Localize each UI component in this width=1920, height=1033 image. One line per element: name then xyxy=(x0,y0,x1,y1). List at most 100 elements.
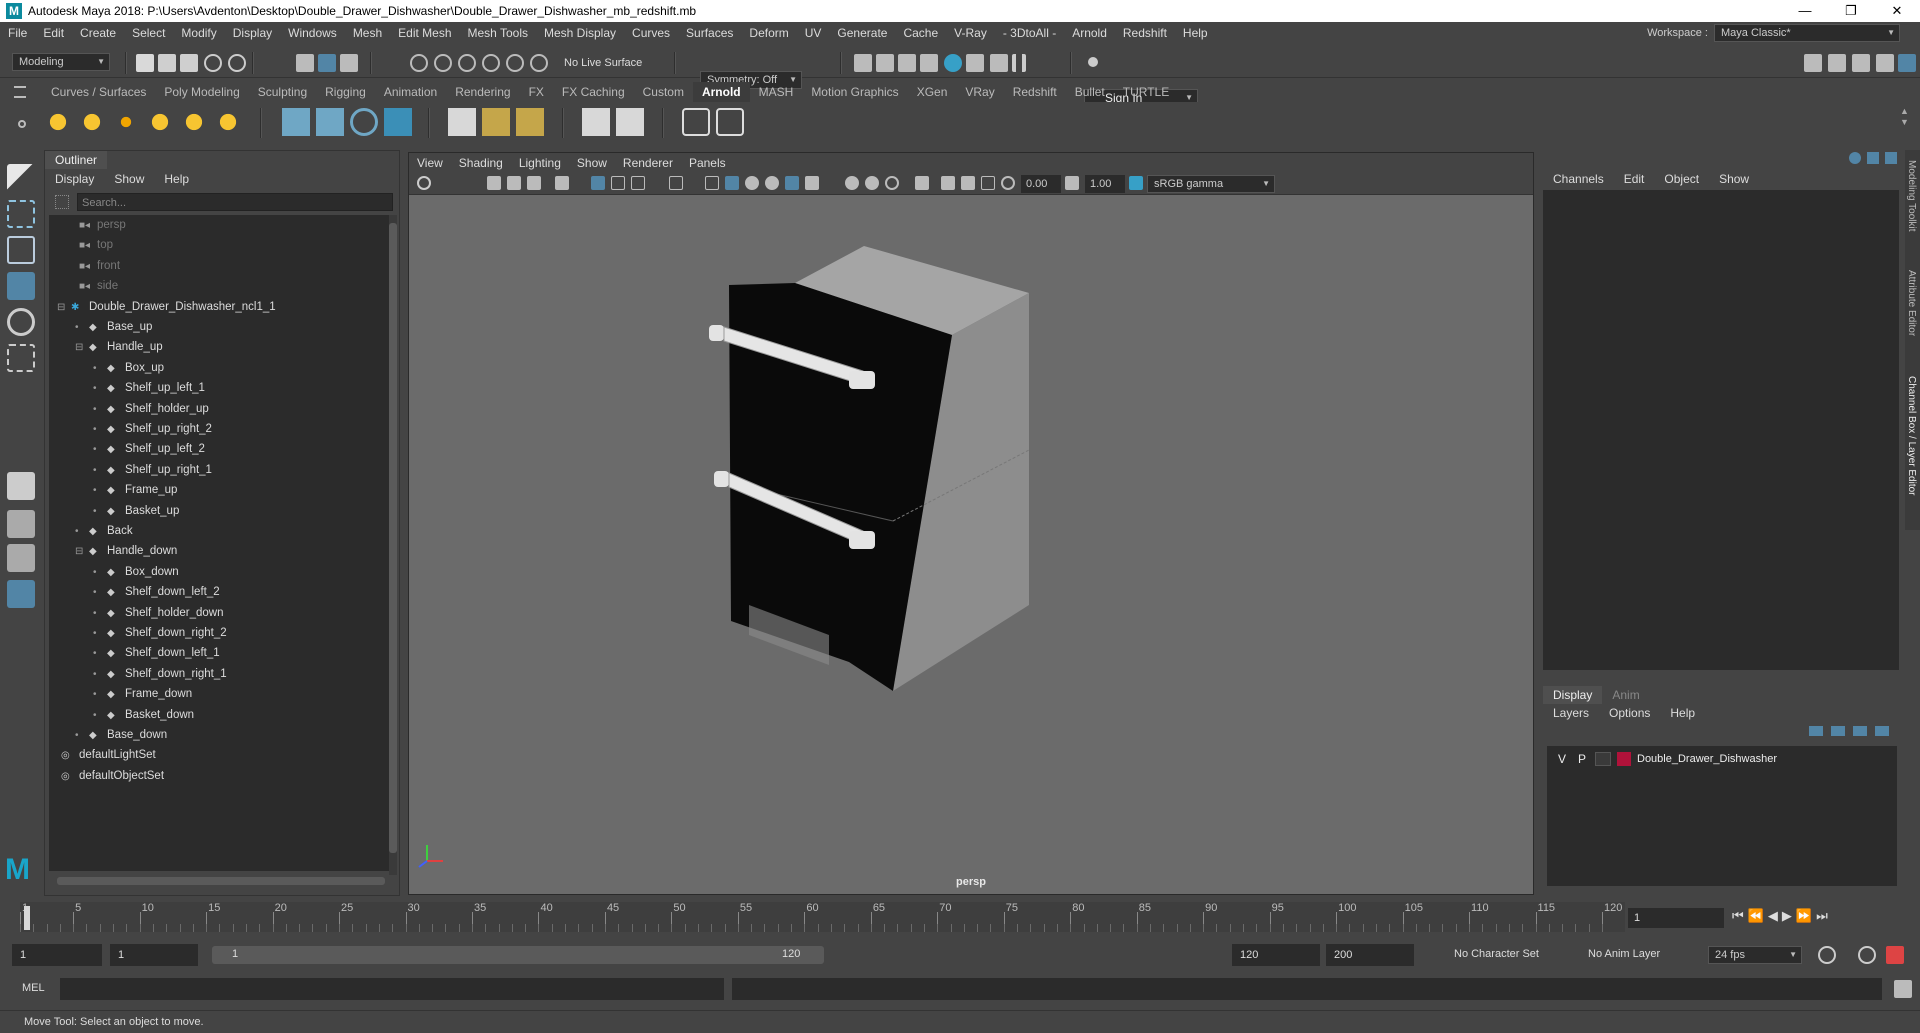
anim-start-field[interactable]: 1 xyxy=(110,944,198,966)
shelf-menu-icon[interactable] xyxy=(14,86,26,98)
outliner-title[interactable]: Outliner xyxy=(45,151,108,169)
persp-outliner-icon[interactable] xyxy=(7,544,35,572)
outliner-item[interactable]: • ◆ Box_up xyxy=(93,358,164,378)
flush-cache-icon[interactable] xyxy=(516,108,544,136)
snap-vertex-icon[interactable] xyxy=(530,54,548,72)
outliner-item[interactable]: • ◆ Shelf_up_right_2 xyxy=(93,419,212,439)
human-ik-icon[interactable] xyxy=(1828,54,1846,72)
viewport-menu-renderer[interactable]: Renderer xyxy=(615,156,681,170)
rotate-tool-icon[interactable] xyxy=(7,308,35,336)
open-scene-icon[interactable] xyxy=(158,54,176,72)
expand-icon[interactable]: • xyxy=(75,726,85,746)
backface-culling-icon[interactable] xyxy=(981,176,995,190)
volume-icon[interactable] xyxy=(384,108,412,136)
menu-modify[interactable]: Modify xyxy=(173,26,224,40)
outliner-item[interactable]: ◎ defaultLightSet xyxy=(57,745,156,765)
paint-select-tool-icon[interactable] xyxy=(7,236,35,264)
layer-playback-toggle[interactable]: P xyxy=(1575,752,1589,766)
outliner-item[interactable]: ⊟ ◆ Handle_up xyxy=(75,337,163,357)
outliner-layout-icon[interactable] xyxy=(7,580,35,608)
render-sequence-icon[interactable] xyxy=(876,54,894,72)
close-button[interactable]: ✕ xyxy=(1874,0,1920,22)
single-perspective-view-icon[interactable] xyxy=(7,472,35,500)
expand-icon[interactable]: • xyxy=(93,481,103,501)
grease-pencil-icon[interactable] xyxy=(555,176,569,190)
outliner-item[interactable]: • ◆ Base_up xyxy=(75,317,152,337)
curve-collector-icon[interactable] xyxy=(350,108,378,136)
snap-curve-icon[interactable] xyxy=(434,54,452,72)
new-scene-icon[interactable] xyxy=(136,54,154,72)
snap-point-icon[interactable] xyxy=(458,54,476,72)
channel-box-icon[interactable] xyxy=(1898,54,1916,72)
ambient-occlusion-icon[interactable] xyxy=(845,176,859,190)
pause-icon[interactable] xyxy=(1012,54,1026,72)
expand-icon[interactable]: • xyxy=(93,461,103,481)
render-settings-icon[interactable] xyxy=(920,54,938,72)
outliner-item[interactable]: ⊟ ✱ Double_Drawer_Dishwasher_ncl1_1 xyxy=(57,297,276,317)
gamma-icon[interactable] xyxy=(1065,176,1079,190)
ipr-render-icon[interactable] xyxy=(898,54,916,72)
expand-icon[interactable]: • xyxy=(93,379,103,399)
color-management-icon[interactable] xyxy=(1129,176,1143,190)
expand-icon[interactable]: • xyxy=(75,318,85,338)
outliner-item[interactable]: ■◂ front xyxy=(75,256,120,276)
viewport-menu-shading[interactable]: Shading xyxy=(451,156,511,170)
layer-color-swatch[interactable] xyxy=(1617,752,1631,766)
select-hierarchy-icon[interactable] xyxy=(296,54,314,72)
menu-edit[interactable]: Edit xyxy=(35,26,72,40)
layer-visibility-toggle[interactable]: V xyxy=(1555,752,1569,766)
render-frame-icon[interactable] xyxy=(854,54,872,72)
viewport-panel[interactable]: View Shading Lighting Show Renderer Panels 0.… xyxy=(408,152,1534,895)
menu-curves[interactable]: Curves xyxy=(624,26,678,40)
shelf-tab-arnold[interactable]: Arnold xyxy=(692,82,750,102)
menu-mesh-display[interactable]: Mesh Display xyxy=(536,26,624,40)
outliner-item[interactable]: • ◆ Basket_up xyxy=(93,501,179,521)
shelf-tab-rigging[interactable]: Rigging xyxy=(316,82,375,102)
tx-manager-icon[interactable] xyxy=(482,108,510,136)
expand-icon[interactable]: • xyxy=(75,522,85,542)
select-tool-icon[interactable] xyxy=(7,164,35,192)
menu-file[interactable]: File xyxy=(0,26,35,40)
select-camera-icon[interactable] xyxy=(417,176,431,190)
expand-icon[interactable]: • xyxy=(93,400,103,420)
menu-mesh-tools[interactable]: Mesh Tools xyxy=(460,26,536,40)
gamma-field[interactable]: 1.00 xyxy=(1085,175,1125,193)
menu-deform[interactable]: Deform xyxy=(741,26,796,40)
script-editor-icon[interactable] xyxy=(1894,980,1912,998)
menu-create[interactable]: Create xyxy=(72,26,124,40)
select-component-icon[interactable] xyxy=(340,54,358,72)
wireframe-on-shaded-icon[interactable] xyxy=(745,176,759,190)
physical-sky-icon[interactable] xyxy=(214,108,242,136)
new-layer-selected-icon[interactable] xyxy=(1875,726,1889,736)
outliner-item[interactable]: • ◆ Frame_up xyxy=(93,480,177,500)
film-gate-icon[interactable] xyxy=(611,176,625,190)
layer-tab-display[interactable]: Display xyxy=(1543,686,1603,704)
shelf-tab-custom[interactable]: Custom xyxy=(634,82,693,102)
skydome-light-icon[interactable] xyxy=(146,108,174,136)
channel-menu-object[interactable]: Object xyxy=(1654,170,1709,188)
layer-menu-options[interactable]: Options xyxy=(1599,704,1660,722)
viewport-menu-panels[interactable]: Panels xyxy=(681,156,734,170)
anim-end-field[interactable]: 120 xyxy=(1232,944,1320,966)
shelf-tab-mash[interactable]: MASH xyxy=(750,82,803,102)
shelf-tab-sculpting[interactable]: Sculpting xyxy=(249,82,316,102)
outliner-item[interactable]: • ◆ Shelf_down_left_1 xyxy=(93,643,220,663)
move-tool-icon[interactable] xyxy=(7,272,35,300)
expand-icon[interactable]: • xyxy=(93,420,103,440)
layer-menu-layers[interactable]: Layers xyxy=(1543,704,1599,722)
outliner-item[interactable]: ■◂ persp xyxy=(75,215,126,235)
menu-uv[interactable]: UV xyxy=(797,26,830,40)
layer-menu-help[interactable]: Help xyxy=(1660,704,1705,722)
channel-menu-edit[interactable]: Edit xyxy=(1614,170,1655,188)
expand-icon[interactable]: • xyxy=(93,502,103,522)
expand-icon[interactable]: • xyxy=(93,706,103,726)
light-portal-icon[interactable] xyxy=(180,108,208,136)
render-view-icon[interactable] xyxy=(966,54,984,72)
attribute-editor-icon[interactable] xyxy=(1852,54,1870,72)
menu-redshift[interactable]: Redshift xyxy=(1115,26,1175,40)
channel-box-expand-icon[interactable] xyxy=(1885,152,1897,164)
outliner-item[interactable]: • ◆ Shelf_down_left_2 xyxy=(93,582,220,602)
layer-row[interactable]: V P Double_Drawer_Dishwasher xyxy=(1547,750,1897,768)
end-time-field[interactable]: 200 xyxy=(1326,944,1414,966)
outliner-item[interactable]: • ◆ Shelf_down_right_1 xyxy=(93,664,227,684)
